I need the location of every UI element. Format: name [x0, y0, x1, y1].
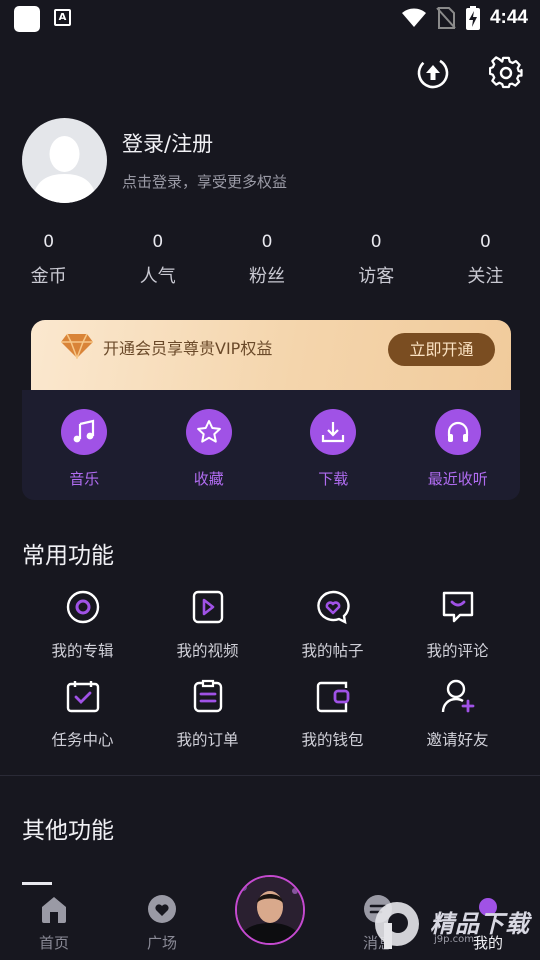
status-time: 4:44 [489, 7, 528, 28]
stat-label: 关注 [467, 266, 504, 287]
func-my-wallet[interactable]: 我的钱包 [270, 678, 395, 767]
stat-value: 0 [152, 232, 164, 252]
stat-value: 0 [43, 232, 55, 252]
func-label: 邀请好友 [426, 731, 489, 749]
watermark-p-icon [375, 902, 419, 949]
stat-label: 人气 [139, 266, 176, 287]
quick-label: 收藏 [193, 470, 224, 488]
tab-home[interactable]: 首页 [14, 894, 94, 953]
wifi-icon [401, 8, 426, 27]
battery-charging-icon [465, 6, 480, 30]
order-icon [193, 679, 222, 713]
notification-app-icon [14, 6, 40, 32]
func-label: 我的视频 [176, 642, 239, 660]
func-my-orders[interactable]: 我的订单 [145, 678, 270, 767]
func-invite-friends[interactable]: 邀请好友 [395, 678, 520, 767]
func-my-video[interactable]: 我的视频 [145, 589, 270, 678]
func-label: 我的钱包 [301, 731, 364, 749]
stat-label: 粉丝 [249, 266, 285, 287]
quick-downloads[interactable]: 下载 [271, 390, 396, 500]
section-title-other: 其他功能 [22, 818, 114, 844]
func-label: 我的专辑 [51, 642, 114, 660]
music-note-icon [73, 419, 95, 443]
watermark-logo: 精品下载 j9p.com [372, 896, 538, 954]
comment-icon [442, 591, 473, 623]
func-my-album[interactable]: 我的专辑 [20, 589, 145, 678]
stat-popularity[interactable]: 0 人气 [103, 232, 212, 288]
section-divider [0, 775, 540, 776]
status-bar: A 4:44 [0, 0, 540, 36]
task-icon [66, 681, 99, 713]
artist-photo [237, 877, 303, 943]
album-icon [66, 590, 99, 624]
func-label: 我的评论 [426, 642, 489, 660]
video-icon [192, 590, 223, 624]
plaza-icon [148, 895, 176, 923]
headphones-icon [447, 421, 468, 442]
quick-music[interactable]: 音乐 [22, 390, 147, 500]
func-label: 任务中心 [51, 731, 114, 749]
login-subtitle: 点击登录，享受更多权益 [122, 173, 288, 191]
func-label: 我的帖子 [301, 642, 364, 660]
quick-label: 最近收听 [427, 470, 488, 488]
tab-label: 广场 [146, 934, 177, 952]
vip-open-button[interactable]: 立即开通 [388, 333, 495, 366]
stat-coins[interactable]: 0 金币 [0, 232, 103, 288]
quick-recent[interactable]: 最近收听 [396, 390, 521, 500]
notification-a-icon: A [54, 9, 71, 26]
func-label: 我的订单 [176, 731, 239, 749]
upload-icon[interactable] [416, 56, 450, 90]
tab-plaza[interactable]: 广场 [122, 894, 202, 953]
quick-label: 下载 [318, 470, 349, 488]
stat-fans[interactable]: 0 粉丝 [212, 232, 321, 288]
stat-visitors[interactable]: 0 访客 [322, 232, 431, 288]
stat-label: 访客 [358, 266, 395, 287]
now-playing-avatar[interactable] [235, 875, 305, 945]
tab-label: 首页 [38, 934, 69, 952]
home-icon [42, 897, 66, 923]
default-user-icon [32, 136, 97, 203]
quick-access-panel: 音乐 收藏 下载 最近收听 [22, 390, 520, 500]
stat-following[interactable]: 0 关注 [431, 232, 540, 288]
stats-row: 0 金币 0 人气 0 粉丝 0 访客 0 关注 [0, 232, 540, 288]
stat-value: 0 [480, 232, 491, 252]
func-my-comments[interactable]: 我的评论 [395, 589, 520, 678]
login-register-link[interactable]: 登录/注册 [122, 128, 213, 158]
stat-value: 0 [370, 232, 382, 252]
watermark-subtext: j9p.com [434, 934, 475, 945]
no-sim-icon [436, 7, 456, 29]
func-my-posts[interactable]: 我的帖子 [270, 589, 395, 678]
post-icon [316, 590, 350, 625]
quick-label: 音乐 [69, 470, 100, 488]
common-functions-grid: 我的专辑 我的视频 我的帖子 我的评论 任务中心 我的订单 我的钱包 邀请好友 [0, 589, 540, 767]
quick-favorites[interactable]: 收藏 [147, 390, 272, 500]
download-icon [322, 422, 345, 443]
wallet-icon [316, 681, 349, 713]
section-title-common: 常用功能 [22, 543, 114, 569]
vip-banner[interactable]: 开通会员享尊贵VIP权益 立即开通 [31, 320, 511, 390]
stat-value: 0 [261, 232, 273, 252]
invite-icon [441, 679, 474, 713]
stat-label: 金币 [30, 266, 67, 287]
func-task-center[interactable]: 任务中心 [20, 678, 145, 767]
diamond-icon [61, 333, 93, 359]
vip-promo-text: 开通会员享尊贵VIP权益 [103, 339, 273, 358]
settings-gear-icon[interactable] [489, 56, 523, 90]
star-icon [196, 420, 221, 443]
profile-avatar[interactable] [22, 118, 107, 203]
